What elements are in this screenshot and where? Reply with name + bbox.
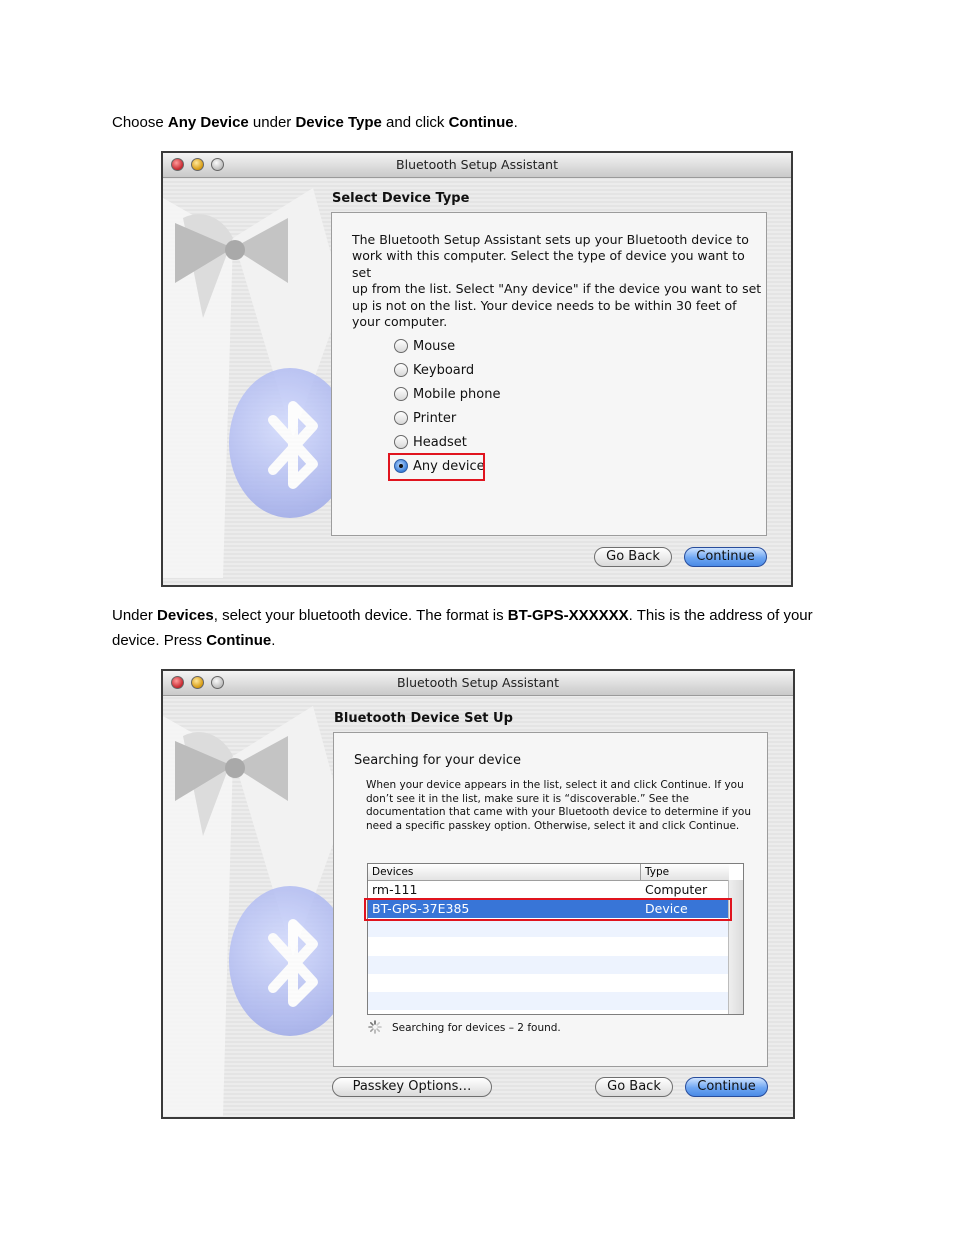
table-row-empty <box>368 956 729 974</box>
instruction-bold: Any Device <box>167 114 249 131</box>
column-header-type[interactable]: Type <box>645 866 669 878</box>
radio-button[interactable] <box>394 339 408 353</box>
table-row-empty <box>368 938 729 956</box>
radio-option-keyboard[interactable]: Keyboard <box>394 361 474 379</box>
instruction-text: , select your bluetooth device. The form… <box>213 607 508 624</box>
instruction-text: Choose <box>112 114 168 131</box>
window-title: Bluetooth Setup Assistant <box>397 675 559 690</box>
radio-option-printer[interactable]: Printer <box>394 409 456 427</box>
instruction-text: under <box>248 114 296 131</box>
table-row-empty <box>368 974 729 992</box>
bluetooth-icon <box>268 919 318 1007</box>
instruction-text: . This is the address of your <box>628 607 813 624</box>
instruction-text: . <box>271 632 276 649</box>
go-back-button[interactable]: Go Back <box>594 547 672 567</box>
intro-line: The Bluetooth Setup Assistant sets up yo… <box>352 232 749 247</box>
instruction-line: device. Press Continue. <box>112 628 813 653</box>
search-status-text: Searching for devices – 2 found. <box>392 1022 561 1034</box>
continue-button[interactable]: Continue <box>685 1077 768 1097</box>
radio-option-headset[interactable]: Headset <box>394 433 467 451</box>
radio-label: Mobile phone <box>413 386 501 402</box>
device-name-cell: rm-111 <box>372 882 418 897</box>
bluetooth-logo <box>229 886 343 1036</box>
device-type-panel: The Bluetooth Setup Assistant sets up yo… <box>331 212 767 536</box>
radio-button[interactable] <box>394 387 408 401</box>
title-bar[interactable]: Bluetooth Setup Assistant <box>163 153 791 178</box>
radio-option-mouse[interactable]: Mouse <box>394 337 455 355</box>
instruction-text: . <box>513 114 518 131</box>
section-title: Select Device Type <box>332 191 470 206</box>
tuxedo-art <box>163 178 343 585</box>
radio-label: Printer <box>413 410 457 426</box>
continue-button[interactable]: Continue <box>684 547 767 567</box>
device-search-panel: Searching for your device When your devi… <box>333 732 768 1067</box>
radio-label: Mouse <box>413 338 456 354</box>
section-title: Bluetooth Device Set Up <box>334 711 513 726</box>
column-header-devices[interactable]: Devices <box>372 866 413 878</box>
tuxedo-art <box>163 696 343 1117</box>
instruction-bold: Continue <box>448 114 514 131</box>
help-line: need a specific passkey option. Otherwis… <box>366 819 740 832</box>
help-line: When your device appears in the list, se… <box>366 779 744 791</box>
instruction-line: Under Devices, select your bluetooth dev… <box>112 603 813 628</box>
intro-line: work with this computer. Select the type… <box>352 248 745 280</box>
instruction-2: Under Devices, select your bluetooth dev… <box>112 603 813 653</box>
instruction-1: Choose Any Device under Device Type and … <box>112 110 518 135</box>
radio-option-mobile-phone[interactable]: Mobile phone <box>394 385 500 403</box>
intro-line: up from the list. Select "Any device" if… <box>352 281 762 297</box>
intro-text: The Bluetooth Setup Assistant sets up yo… <box>352 232 762 330</box>
table-row-empty <box>368 919 729 937</box>
help-line: documentation that came with your Blueto… <box>366 806 752 819</box>
instruction-bold: Devices <box>157 607 214 624</box>
instruction-bold: Continue <box>206 632 272 649</box>
go-back-button[interactable]: Go Back <box>595 1077 673 1097</box>
setup-window-device-setup: Bluetooth Setup Assistant Bluetooth Devi… <box>161 669 795 1119</box>
table-row-empty <box>368 992 729 1010</box>
passkey-options-button[interactable]: Passkey Options… <box>332 1077 492 1097</box>
instruction-text: and click <box>381 114 449 131</box>
highlight-box <box>388 453 485 481</box>
bluetooth-icon <box>268 401 318 489</box>
radio-button[interactable] <box>394 435 408 449</box>
device-type-cell: Computer <box>645 882 708 897</box>
instruction-text: device. Press <box>112 632 207 649</box>
bluetooth-logo <box>229 368 343 518</box>
instruction-bold: BT-GPS-XXXXXX <box>507 607 629 624</box>
devices-table[interactable]: Devices Type rm-111 Computer BT-GPS-37E3… <box>367 863 744 1015</box>
highlight-box <box>364 898 732 921</box>
help-text: When your device appears in the list, se… <box>366 779 762 833</box>
intro-line: up is not on the list. Your device needs… <box>352 297 737 313</box>
radio-label: Keyboard <box>413 362 475 378</box>
radio-label: Headset <box>413 434 467 450</box>
help-line: don’t see it in the list, make sure it i… <box>366 792 689 805</box>
table-header: Devices Type <box>368 864 729 881</box>
setup-window-device-type: Bluetooth Setup Assistant Select Device … <box>161 151 793 587</box>
table-row[interactable]: rm-111 Computer <box>368 881 729 899</box>
searching-heading: Searching for your device <box>354 753 521 768</box>
instruction-bold: Device Type <box>295 114 382 131</box>
radio-button[interactable] <box>394 411 408 425</box>
radio-button[interactable] <box>394 363 408 377</box>
instruction-text: Under <box>112 607 158 624</box>
progress-spinner-icon <box>368 1020 382 1034</box>
column-divider <box>640 864 641 880</box>
window-title: Bluetooth Setup Assistant <box>396 157 558 172</box>
title-bar[interactable]: Bluetooth Setup Assistant <box>163 671 793 696</box>
intro-line: your computer. <box>352 314 448 330</box>
